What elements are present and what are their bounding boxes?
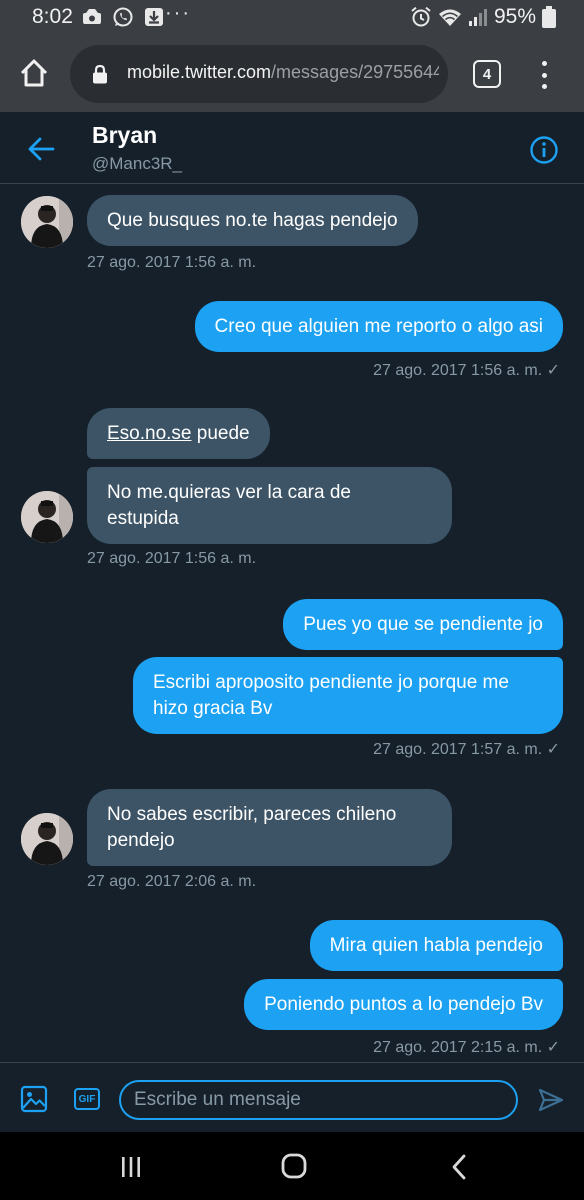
message-text-line: No sabes escribir, pareces chileno (107, 804, 397, 825)
message-timestamp: 27 ago. 2017 2:15 a. m. ✓ (373, 1039, 560, 1056)
nav-back-icon[interactable] (451, 1154, 467, 1180)
message-bubble-outgoing[interactable]: Mira quien habla pendejo (309, 920, 563, 971)
whatsapp-icon (113, 7, 133, 27)
system-navigation-bar (0, 1132, 584, 1200)
message-text-line: Escribi aproposito pendiente jo porque m… (153, 672, 509, 693)
wifi-icon (438, 9, 461, 26)
message-text-line: pendejo (107, 830, 175, 851)
conversation-handle: @Manc3R_ (92, 154, 183, 173)
avatar-photo (21, 813, 73, 865)
message-text: Poniendo puntos a lo pendejo Bv (264, 994, 543, 1015)
alarm-icon (411, 6, 431, 27)
info-icon[interactable] (529, 135, 559, 165)
battery-icon (542, 6, 556, 28)
message-text: puede (191, 423, 250, 444)
message-text: Creo que alguien me reporto o algo asi (214, 316, 543, 337)
recent-apps-icon[interactable] (120, 1156, 142, 1178)
address-bar[interactable]: mobile.twitter.com/messages/297556445 (70, 45, 448, 103)
home-button[interactable] (14, 53, 54, 93)
message-timestamp: 27 ago. 2017 1:56 a. m. ✓ (373, 362, 560, 379)
image-icon[interactable] (20, 1085, 48, 1113)
message-text: Mira quien habla pendejo (329, 935, 543, 956)
message-bubble-incoming[interactable]: No me.quieras ver la cara de estupida (87, 467, 452, 544)
status-time: 8:02 (32, 5, 73, 28)
back-arrow-icon[interactable] (24, 134, 58, 164)
message-bubble-outgoing[interactable]: Creo que alguien me reporto o algo asi (194, 301, 563, 352)
browser-toolbar: mobile.twitter.com/messages/297556445 4 (0, 36, 584, 112)
system-icons: 95% (410, 5, 556, 29)
conversation-name[interactable]: Bryan (92, 122, 157, 149)
message-text-line: estupida (107, 508, 179, 529)
battery-percentage: 95% (493, 5, 536, 28)
home-icon (20, 59, 48, 87)
browser-menu-button[interactable] (532, 58, 556, 92)
message-bubble-outgoing[interactable]: Poniendo puntos a lo pendejo Bv (244, 979, 563, 1030)
message-bubble-incoming[interactable]: No sabes escribir, pareces chileno pende… (87, 789, 452, 866)
message-input[interactable] (119, 1080, 518, 1120)
message-composer: GIF (0, 1062, 584, 1132)
conversation-header: Bryan @Manc3R_ (0, 112, 584, 184)
notification-icons (82, 6, 164, 28)
message-link[interactable]: Eso.no.se (107, 423, 192, 444)
status-bar: 8:02 ··· 95% (0, 0, 584, 36)
url-text: mobile.twitter.com/messages/297556445 (127, 62, 439, 83)
url-path: /messages/297556445 (271, 62, 439, 82)
avatar[interactable] (21, 196, 73, 248)
send-icon[interactable] (538, 1088, 564, 1112)
message-timestamp: 27 ago. 2017 1:56 a. m. (87, 254, 257, 271)
message-timestamp: 27 ago. 2017 2:06 a. m. (87, 873, 257, 890)
avatar-photo (21, 196, 73, 248)
tab-switcher-button[interactable]: 4 (473, 60, 501, 88)
lock-icon (93, 64, 107, 84)
message-timestamp: 27 ago. 2017 1:57 a. m. ✓ (373, 741, 560, 758)
message-bubble-outgoing[interactable]: Escribi aproposito pendiente jo porque m… (133, 657, 563, 734)
avatar-photo (21, 491, 73, 543)
message-text-line: hizo gracia Bv (153, 698, 273, 719)
wifi-calling-icon (83, 9, 101, 24)
message-timestamp: 27 ago. 2017 1:56 a. m. (87, 550, 257, 567)
message-bubble-incoming[interactable]: Que busques no.te hagas pendejo (87, 195, 418, 246)
message-text: Pues yo que se pendiente jo (303, 614, 543, 635)
message-list[interactable]: Que busques no.te hagas pendejo 27 ago. … (0, 185, 584, 1060)
nav-home-icon[interactable] (281, 1153, 307, 1179)
download-icon (145, 8, 163, 26)
gif-icon[interactable]: GIF (74, 1088, 100, 1110)
signal-icon (468, 9, 487, 26)
message-text-line: No me.quieras ver la cara de (107, 482, 351, 503)
message-bubble-incoming[interactable]: Eso.no.se puede (87, 408, 270, 459)
more-notifications-icon: ··· (165, 2, 191, 24)
avatar[interactable] (21, 491, 73, 543)
message-bubble-outgoing[interactable]: Pues yo que se pendiente jo (283, 599, 563, 650)
url-host: mobile.twitter.com (127, 62, 272, 82)
avatar[interactable] (21, 813, 73, 865)
message-text: Que busques no.te hagas pendejo (107, 210, 398, 231)
